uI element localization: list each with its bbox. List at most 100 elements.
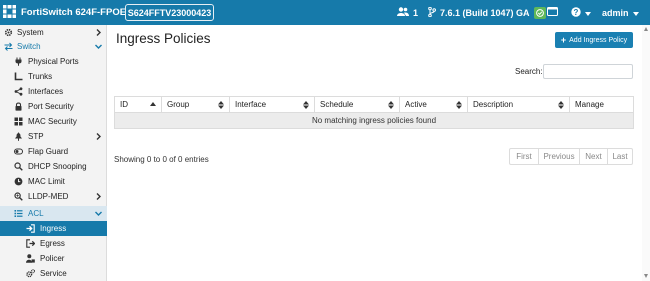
product-name: FortiSwitch 624F-FPOE <box>21 7 127 18</box>
caret-down-icon <box>632 8 639 18</box>
brand[interactable]: FortiSwitch 624F-FPOE <box>3 4 126 21</box>
admins-indicator[interactable]: 1 <box>397 5 418 20</box>
table-row: No matching ingress policies found <box>114 112 634 129</box>
page-title: Ingress Policies <box>116 31 211 46</box>
search-icon <box>14 162 23 171</box>
user-menu[interactable]: admin <box>602 5 639 20</box>
pager-last-button[interactable]: Last <box>608 149 632 164</box>
sidebar-item-flap-guard[interactable]: Flap Guard <box>0 144 107 159</box>
sidebar-item-label: Trunks <box>28 72 53 81</box>
sidebar-item-mac-security[interactable]: MAC Security <box>0 114 107 129</box>
sidebar-item-dhcp-snooping[interactable]: DHCP Snooping <box>0 159 107 174</box>
fortinet-logo-icon <box>3 5 16 20</box>
pagination: First Previous Next Last <box>509 148 633 165</box>
add-ingress-policy-button[interactable]: + Add Ingress Policy <box>552 30 633 51</box>
users-icon <box>397 7 409 18</box>
column-header-interface[interactable]: Interface <box>229 96 315 113</box>
serial-number-badge: S624FFTV23000423 <box>125 4 214 21</box>
search-input[interactable] <box>543 64 633 79</box>
sidebar-item-label: STP <box>28 132 44 141</box>
sidebar-item-policer[interactable]: Policer <box>0 251 107 266</box>
chevron-down-icon <box>94 42 103 51</box>
empty-table-message: No matching ingress policies found <box>114 112 634 129</box>
firmware-version[interactable]: 7.6.1 (Build 1047) GA <box>428 5 546 20</box>
column-header-group[interactable]: Group <box>161 96 230 113</box>
sort-asc-icon <box>150 101 156 109</box>
sidebar-item-label: MAC Limit <box>28 177 65 186</box>
scroll-down-arrow-icon[interactable] <box>644 274 648 278</box>
sidebar-item-label: Port Security <box>28 102 74 111</box>
sidebar-item-service[interactable]: Service <box>0 266 107 281</box>
clock-icon <box>14 177 23 186</box>
cogs-icon <box>26 269 35 278</box>
sidebar-item-interfaces[interactable]: Interfaces <box>0 84 107 99</box>
help-icon: ? <box>571 6 581 19</box>
sidebar-item-label: Service <box>40 269 67 278</box>
chevron-down-icon <box>94 209 103 218</box>
sidebar-item-ingress[interactable]: Ingress <box>0 221 107 236</box>
add-button-label: Add Ingress Policy <box>569 36 628 44</box>
sidebar-item-acl[interactable]: ACL <box>0 206 107 221</box>
chevron-right-icon <box>94 132 103 141</box>
sidebar-item-label: Flap Guard <box>28 147 69 156</box>
sidebar-item-label: Physical Ports <box>28 57 79 66</box>
sidebar-item-egress[interactable]: Egress <box>0 236 107 251</box>
table-header-row: ID Group Interface Schedule Active Descr… <box>114 96 634 113</box>
sidebar-item-label: ACL <box>28 209 44 218</box>
search-plus-icon <box>14 192 23 201</box>
entries-info: Showing 0 to 0 of 0 entries <box>114 155 209 164</box>
chevron-right-icon <box>94 28 103 37</box>
list-icon <box>14 209 23 218</box>
switch-arrows-icon <box>4 42 13 51</box>
sidebar-item-label: LLDP-MED <box>28 192 69 201</box>
sidebar-item-label: Policer <box>40 254 65 263</box>
sign-in-icon <box>26 224 35 233</box>
grid-icon <box>14 117 23 126</box>
sidebar-item-label: DHCP Snooping <box>28 162 87 171</box>
column-header-id[interactable]: ID <box>114 96 162 113</box>
sort-icon <box>558 101 564 109</box>
sort-icon <box>303 101 309 109</box>
column-header-manage: Manage <box>569 96 634 113</box>
sidebar-item-label: Switch <box>17 42 41 51</box>
admin-count: 1 <box>413 7 419 18</box>
lock-icon <box>14 102 23 111</box>
username: admin <box>602 7 629 18</box>
sidebar-item-label: Egress <box>40 239 65 248</box>
terminal-icon <box>547 7 558 18</box>
cli-console-button[interactable] <box>547 5 558 20</box>
user-lock-icon <box>26 254 35 263</box>
sidebar-item-label: Ingress <box>40 224 67 233</box>
top-bar: FortiSwitch 624F-FPOE S624FFTV23000423 1… <box>0 0 650 25</box>
sidebar-item-stp[interactable]: STP <box>0 129 107 144</box>
sort-icon <box>218 101 224 109</box>
sign-out-icon <box>26 239 35 248</box>
plug-icon <box>14 57 23 66</box>
sidebar-item-label: Interfaces <box>28 87 64 96</box>
tree-icon <box>14 132 23 141</box>
sidebar-item-system[interactable]: System <box>0 25 107 40</box>
svg-text:?: ? <box>574 8 579 17</box>
sidebar-item-lldp-med[interactable]: LLDP-MED <box>0 189 107 204</box>
plus-icon: + <box>560 35 567 45</box>
sidebar-item-physical-ports[interactable]: Physical Ports <box>0 54 107 69</box>
sort-icon <box>456 101 462 109</box>
sidebar-item-switch[interactable]: Switch <box>0 39 107 54</box>
sidebar-item-port-security[interactable]: Port Security <box>0 99 107 114</box>
column-header-description[interactable]: Description <box>467 96 570 113</box>
pager-previous-button[interactable]: Previous <box>539 149 580 164</box>
scroll-up-arrow-icon[interactable] <box>644 27 648 31</box>
pager-first-button[interactable]: First <box>510 149 539 164</box>
column-header-active[interactable]: Active <box>399 96 468 113</box>
vertical-scrollbar[interactable] <box>642 25 650 281</box>
sidebar-item-mac-limit[interactable]: MAC Limit <box>0 174 107 189</box>
help-menu[interactable]: ? <box>571 5 591 20</box>
column-header-schedule[interactable]: Schedule <box>314 96 400 113</box>
branch-icon <box>428 6 436 19</box>
version-label: 7.6.1 (Build 1047) GA <box>440 7 530 18</box>
pager-next-button[interactable]: Next <box>580 149 608 164</box>
trunk-icon <box>14 72 23 81</box>
sidebar-item-label: System <box>17 28 44 37</box>
sidebar-item-trunks[interactable]: Trunks <box>0 69 107 84</box>
sidebar-item-label: MAC Security <box>28 117 77 126</box>
